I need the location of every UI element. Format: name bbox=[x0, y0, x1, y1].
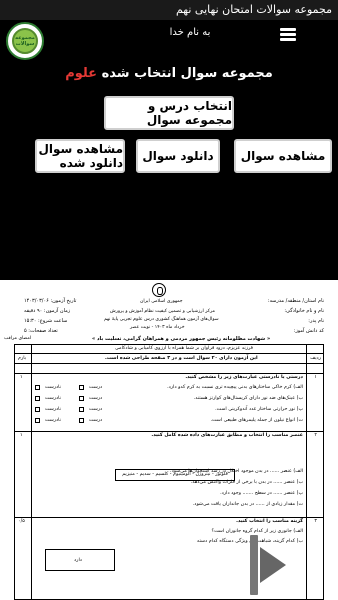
false-checkbox[interactable] bbox=[35, 385, 40, 390]
film-strip-icon[interactable] bbox=[250, 535, 310, 595]
exam-date-line: خرداد ماه ۱۴۰۳ - نوبت عصر bbox=[130, 325, 185, 330]
false-label: نادرست bbox=[45, 396, 61, 401]
question-2-title: عنصر مناسب را انتخاب و مطابق عبارت‌های د… bbox=[151, 433, 303, 438]
app-title: مجموعه سوالات امتحان نهایی نهم bbox=[175, 3, 332, 16]
page-count: تعداد صفحات: ۵ bbox=[24, 328, 58, 334]
score-header: بارم bbox=[18, 356, 27, 361]
true-checkbox[interactable] bbox=[79, 385, 84, 390]
question-1-b: ب) عینک‌های ضد نور دارای کریستال‌های کوا… bbox=[193, 396, 303, 401]
selected-subject: علوم bbox=[65, 66, 98, 81]
view-question-button[interactable]: مشاهده سوال bbox=[234, 139, 332, 173]
exam-document-preview[interactable]: نام استان/ منطقه/ مدرسه: نام و نام خانوا… bbox=[0, 280, 338, 600]
question-1-number: ۱ bbox=[314, 375, 317, 380]
notice-text: فرزند عزیزم، درود فراوان بر شما همراه با… bbox=[115, 346, 253, 351]
logo-text: مجموعه سوالات bbox=[15, 35, 35, 47]
header: مجموعه سوالات به نام خدا bbox=[0, 20, 338, 60]
select-course-button[interactable]: انتخاب درس و مجموعه سوال bbox=[104, 96, 234, 130]
row-header: ردیف bbox=[310, 356, 321, 361]
question-3-image: دارد bbox=[45, 549, 115, 571]
slogan-line: « شهادت مظلومانه رئیس جمهور مردمی و همرا… bbox=[92, 336, 271, 342]
question-1-a: الف) کرم خاکی ساختار‌های بدنی پیچیده تری… bbox=[167, 385, 303, 390]
basmala-text: به نام خدا bbox=[169, 27, 211, 38]
true-checkbox[interactable] bbox=[79, 407, 84, 412]
question-1-c: پ) نور حرارتی ساختار غدد آندوکرینی است. bbox=[215, 407, 303, 412]
false-label: نادرست bbox=[45, 418, 61, 423]
question-3-a: الف) جانوری زیر از کدام گروه جانوران است… bbox=[211, 529, 303, 534]
question-3-image-label: دارد bbox=[74, 558, 82, 563]
student-name-field: نام و نام خانوادگی: bbox=[284, 308, 324, 314]
app-logo: مجموعه سوالات bbox=[6, 22, 44, 60]
question-3-score: ۰/۵ bbox=[18, 519, 25, 524]
father-name-field: نام پدر: bbox=[308, 318, 324, 324]
exam-title-line: سوال‌های آزمون هماهنگ کشوری درس علوم تجر… bbox=[104, 317, 219, 322]
true-label: درست bbox=[89, 407, 103, 412]
question-2-score: ۱ bbox=[20, 433, 23, 438]
true-label: درست bbox=[89, 396, 103, 401]
exam-start-time: ساعت شروع: ۱۵:۳۰ bbox=[24, 318, 68, 324]
false-label: نادرست bbox=[45, 385, 61, 390]
student-code-field: کد دانش آموز: bbox=[293, 328, 324, 334]
question-3-number: ۳ bbox=[314, 519, 317, 524]
question-2-number: ۲ bbox=[314, 433, 317, 438]
app-title-bar: مجموعه سوالات امتحان نهایی نهم bbox=[0, 0, 338, 20]
false-checkbox[interactable] bbox=[35, 396, 40, 401]
true-label: درست bbox=[89, 418, 103, 423]
false-checkbox[interactable] bbox=[35, 418, 40, 423]
emblem-icon bbox=[152, 283, 166, 297]
seal-text: جمهوری اسلامی ایران bbox=[140, 299, 183, 304]
exam-duration: زمان آزمون: ۹۰ دقیقه bbox=[24, 308, 71, 314]
question-2-c: پ) عنصر ...... در سطح ....... وجود دارد. bbox=[220, 491, 303, 496]
question-3-title: گزینه مناسب را انتخاب کنید. bbox=[236, 519, 303, 524]
exam-date: تاریخ آزمون: ۱۴۰۳/۰۳/۰۶ bbox=[24, 298, 77, 304]
true-label: درست bbox=[89, 385, 103, 390]
question-2-d: ت) مقدار زیادی از ...... در بدن جانداران… bbox=[192, 502, 303, 507]
school-field: نام استان/ منطقه/ مدرسه: bbox=[267, 298, 324, 304]
exam-center-line: مرکز ارزشیابی و تضمین کیفیت نظام آموزش و… bbox=[110, 309, 215, 314]
question-1-d: ت) انواع نیلون از جمله پلیمرهای طبیعی اس… bbox=[210, 418, 303, 423]
proctor-signature: امضای مراقب bbox=[4, 336, 32, 341]
true-checkbox[interactable] bbox=[79, 418, 84, 423]
exam-info-text: این آزمون دارای ۲۰ سوال است و در ۳ صفحه … bbox=[105, 356, 258, 361]
true-checkbox[interactable] bbox=[79, 396, 84, 401]
question-1-score: ۱ bbox=[20, 375, 23, 380]
selected-set-label: مجموعه سوال انتخاب شده bbox=[97, 66, 273, 81]
element-chain: فلوئور - نیتروژن - آلومینیوم - کلسیم - س… bbox=[115, 469, 235, 481]
false-label: نادرست bbox=[45, 407, 61, 412]
question-1-title: درستی یا نادرستی عبارت‌های زیر را مشخص ک… bbox=[185, 375, 303, 380]
view-downloaded-button[interactable]: مشاهده سوال دانلود شده bbox=[35, 139, 125, 173]
selected-set-title: مجموعه سوال انتخاب شده علوم bbox=[0, 62, 338, 81]
download-question-button[interactable]: دانلود سوال bbox=[136, 139, 220, 173]
false-checkbox[interactable] bbox=[35, 407, 40, 412]
menu-icon[interactable] bbox=[280, 28, 296, 42]
